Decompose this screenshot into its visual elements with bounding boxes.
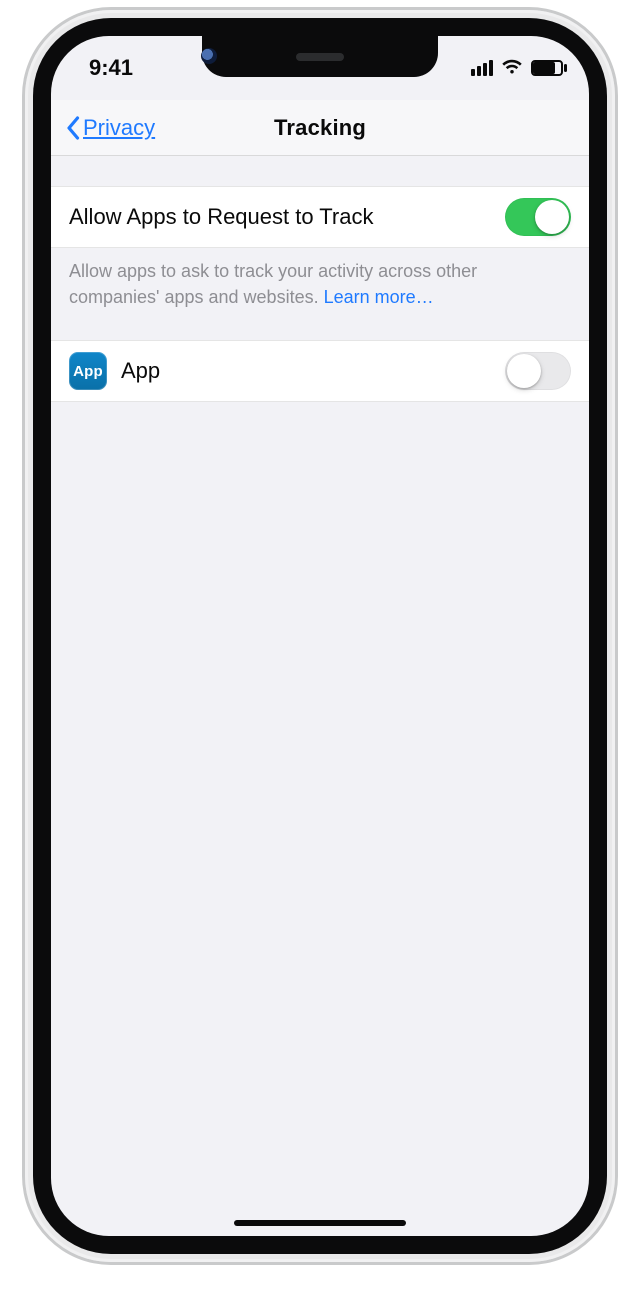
back-label: Privacy <box>83 115 155 141</box>
wifi-icon <box>501 55 523 81</box>
group-footer: Allow apps to ask to track your activity… <box>51 248 589 310</box>
toggle-allow-tracking[interactable] <box>505 198 571 236</box>
battery-icon <box>531 60 563 76</box>
row-allow-tracking: Allow Apps to Request to Track <box>51 186 589 248</box>
chevron-left-icon <box>65 116 81 140</box>
status-time: 9:41 <box>89 55 133 81</box>
screen: 9:41 <box>51 36 589 1236</box>
status-right <box>471 55 563 81</box>
cellular-icon <box>471 60 493 76</box>
app-name: App <box>121 358 160 384</box>
nav-header: Privacy Tracking <box>51 100 589 156</box>
row-allow-tracking-label: Allow Apps to Request to Track <box>69 204 374 230</box>
app-row: App App <box>51 340 589 402</box>
learn-more-link[interactable]: Learn more… <box>324 287 434 307</box>
device-frame: 9:41 <box>25 10 615 1262</box>
home-indicator[interactable] <box>234 1220 406 1226</box>
group-apps: App App <box>51 340 589 402</box>
toggle-app[interactable] <box>505 352 571 390</box>
back-button[interactable]: Privacy <box>59 100 161 156</box>
app-icon: App <box>69 352 107 390</box>
device-bezel: 9:41 <box>33 18 607 1254</box>
group-allow-tracking: Allow Apps to Request to Track Allow app… <box>51 186 589 310</box>
app-row-lead: App App <box>69 352 160 390</box>
page-title: Tracking <box>274 115 366 141</box>
notch <box>202 36 438 77</box>
front-camera <box>201 48 217 64</box>
